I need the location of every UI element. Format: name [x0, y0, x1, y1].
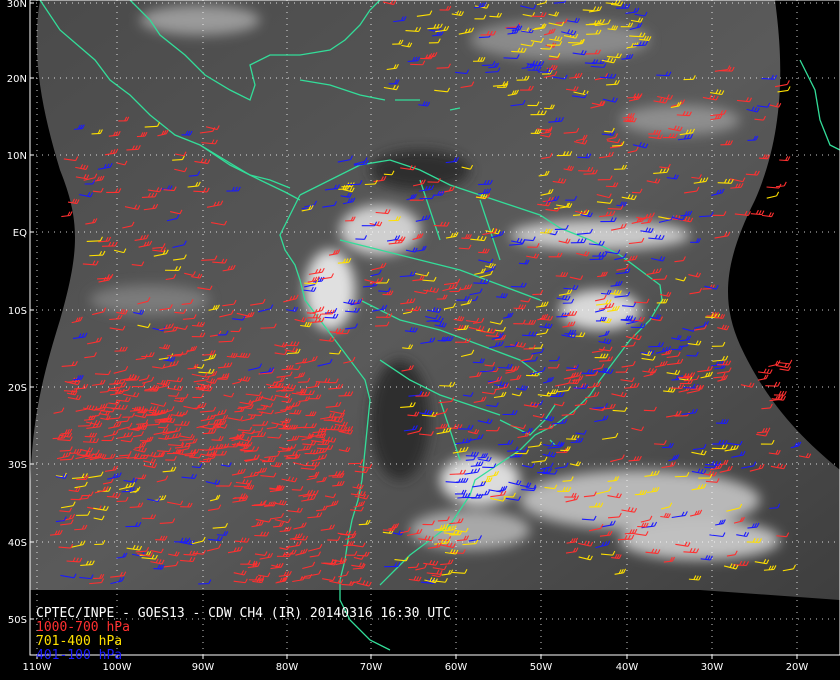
lon-tick-label: 60W [445, 662, 468, 673]
satellite-wind-map: 30N 20N 10N EQ 10S 20S 30S 40S 50S 110W 100W 90W 80… [0, 0, 840, 680]
legend-mid-level: 701-400 hPa [36, 634, 122, 649]
lon-tick-label: 110W [23, 662, 52, 673]
lat-tick-label: 20N [7, 74, 27, 85]
lat-tick-label: 10S [8, 306, 27, 317]
caption-title: CPTEC/INPE - GOES13 - CDW CH4 (IR) 20140… [36, 606, 451, 621]
lat-tick-label: 30S [8, 460, 27, 471]
lon-tick-label: 90W [192, 662, 215, 673]
lat-tick-label: 20S [8, 383, 27, 394]
lon-tick-label: 30W [701, 662, 724, 673]
lat-tick-label: 40S [8, 538, 27, 549]
lon-tick-label: 20W [786, 662, 809, 673]
lon-tick-label: 70W [360, 662, 383, 673]
lon-tick-label: 80W [276, 662, 299, 673]
legend-low-level: 1000-700 hPa [36, 620, 130, 635]
lon-tick-label: 40W [616, 662, 639, 673]
lat-tick-label: 10N [7, 151, 27, 162]
lat-tick-label: 30N [7, 0, 27, 10]
lat-tick-label: EQ [13, 228, 27, 239]
legend-high-level: 401-100 hPa [36, 648, 122, 663]
lon-tick-label: 100W [103, 662, 132, 673]
lat-tick-label: 50S [8, 615, 27, 626]
lon-tick-label: 50W [530, 662, 553, 673]
